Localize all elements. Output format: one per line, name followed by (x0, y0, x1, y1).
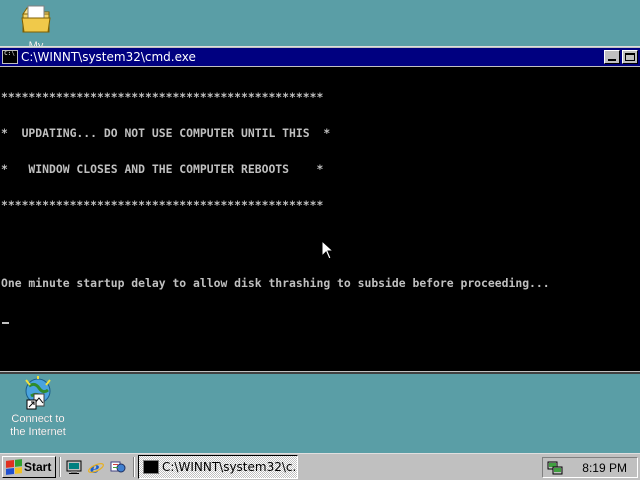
start-label: Start (24, 460, 52, 474)
taskbar-separator (59, 457, 61, 477)
taskbar-button-cmd[interactable]: C:\WINNT\system32\c... (138, 455, 298, 479)
console-line: * WINDOW CLOSES AND THE COMPUTER REBOOTS… (1, 162, 324, 176)
console-line: ****************************************… (1, 90, 324, 104)
console-output[interactable]: ****************************************… (0, 67, 640, 371)
show-desktop-button[interactable] (64, 457, 84, 477)
minimize-button[interactable] (604, 50, 620, 64)
folder-icon (21, 5, 51, 33)
mouse-pointer-icon (321, 240, 333, 260)
console-line: ****************************************… (1, 198, 324, 212)
connect-internet-icon (25, 376, 51, 410)
cmd-system-icon[interactable] (2, 50, 18, 64)
network-tray-icon[interactable] (547, 461, 563, 475)
console-line: * UPDATING... DO NOT USE COMPUTER UNTIL … (1, 126, 331, 140)
clock[interactable]: 8:19 PM (582, 461, 627, 475)
window-titlebar[interactable]: C:\WINNT\system32\cmd.exe (0, 48, 640, 66)
channels-icon (110, 461, 126, 473)
connect-to-internet-label-line2: the Internet (10, 426, 66, 438)
internet-explorer-button[interactable]: e (86, 457, 106, 477)
taskbar-button-label: C:\WINNT\system32\c... (162, 460, 298, 474)
maximize-button[interactable] (622, 50, 638, 64)
connect-to-internet-desktop-icon[interactable]: Connect to the Internet (2, 376, 74, 439)
taskbar-separator (133, 457, 135, 477)
window-title: C:\WINNT\system32\cmd.exe (21, 50, 196, 64)
ie-icon: e (88, 459, 104, 475)
system-tray: 8:19 PM (542, 457, 638, 478)
my-documents-desktop-icon[interactable]: My Documents (0, 0, 72, 46)
start-button[interactable]: Start (2, 456, 56, 478)
text-cursor (2, 322, 9, 324)
channels-button[interactable] (108, 457, 128, 477)
cmd-window[interactable]: C:\WINNT\system32\cmd.exe **************… (0, 46, 640, 374)
connect-to-internet-label-line1: Connect to (11, 413, 65, 425)
cmd-icon (143, 460, 159, 474)
console-line: One minute startup delay to allow disk t… (1, 276, 550, 290)
taskbar: Start e C:\WINNT\system32\c... 8:19 PM (0, 453, 640, 480)
windows-logo-icon (6, 459, 22, 475)
desktop-icon (66, 460, 82, 474)
